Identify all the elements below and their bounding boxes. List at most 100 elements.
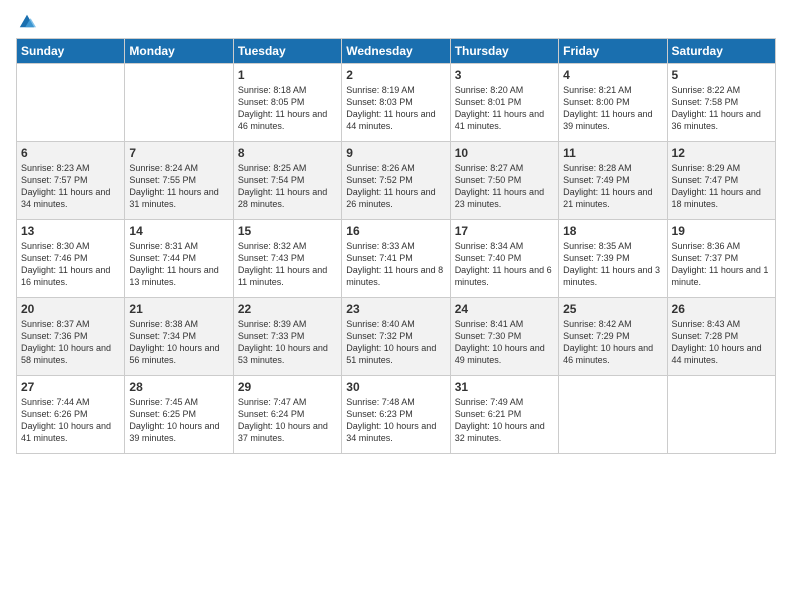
calendar-cell: 4 Sunrise: 8:21 AM Sunset: 8:00 PM Daylig…: [559, 64, 667, 142]
calendar-day-header: Saturday: [667, 39, 775, 64]
calendar-cell: [17, 64, 125, 142]
day-number: 24: [455, 302, 554, 316]
day-info: Sunrise: 7:48 AM Sunset: 6:23 PM Dayligh…: [346, 396, 445, 445]
day-number: 10: [455, 146, 554, 160]
day-info: Sunrise: 8:23 AM Sunset: 7:57 PM Dayligh…: [21, 162, 120, 211]
calendar-day-header: Monday: [125, 39, 233, 64]
day-info: Sunrise: 8:41 AM Sunset: 7:30 PM Dayligh…: [455, 318, 554, 367]
day-info: Sunrise: 8:21 AM Sunset: 8:00 PM Dayligh…: [563, 84, 662, 133]
calendar-cell: 17Sunrise: 8:34 AM Sunset: 7:40 PM Dayli…: [450, 220, 558, 298]
calendar-day-header: Friday: [559, 39, 667, 64]
day-info: Sunrise: 8:29 AM Sunset: 7:47 PM Dayligh…: [672, 162, 771, 211]
day-number: 1: [238, 68, 337, 82]
calendar-cell: [559, 376, 667, 454]
day-info: Sunrise: 8:25 AM Sunset: 7:54 PM Dayligh…: [238, 162, 337, 211]
calendar-cell: 25Sunrise: 8:42 AM Sunset: 7:29 PM Dayli…: [559, 298, 667, 376]
calendar-cell: 3Sunrise: 8:20 AM Sunset: 8:01 PM Daylig…: [450, 64, 558, 142]
calendar-cell: 29 Sunrise: 7:47 AM Sunset: 6:24 PM Dayli…: [233, 376, 341, 454]
day-info: Sunrise: 8:27 AM Sunset: 7:50 PM Dayligh…: [455, 162, 554, 211]
day-info: Sunrise: 8:42 AM Sunset: 7:29 PM Dayligh…: [563, 318, 662, 367]
page: SundayMondayTuesdayWednesdayThursdayFrid…: [0, 0, 792, 612]
day-info: Sunrise: 8:35 AM Sunset: 7:39 PM Dayligh…: [563, 240, 662, 289]
day-number: 13: [21, 224, 120, 238]
day-number: 20: [21, 302, 120, 316]
day-number: 31: [455, 380, 554, 394]
day-number: 9: [346, 146, 445, 160]
day-number: 7: [129, 146, 228, 160]
day-info: Sunrise: 7:49 AM Sunset: 6:21 PM Dayligh…: [455, 396, 554, 445]
calendar-cell: 26 Sunrise: 8:43 AM Sunset: 7:28 PM Dayli…: [667, 298, 775, 376]
day-number: 12: [672, 146, 771, 160]
day-info: Sunrise: 8:40 AM Sunset: 7:32 PM Dayligh…: [346, 318, 445, 367]
day-number: 4: [563, 68, 662, 82]
day-number: 23: [346, 302, 445, 316]
day-number: 29: [238, 380, 337, 394]
day-number: 8: [238, 146, 337, 160]
day-info: Sunrise: 8:36 AM Sunset: 7:37 PM Dayligh…: [672, 240, 771, 289]
day-number: 21: [129, 302, 228, 316]
day-info: Sunrise: 8:34 AM Sunset: 7:40 PM Dayligh…: [455, 240, 554, 289]
day-number: 28: [129, 380, 228, 394]
calendar-cell: 7 Sunrise: 8:24 AM Sunset: 7:55 PM Daylig…: [125, 142, 233, 220]
day-info: Sunrise: 7:44 AM Sunset: 6:26 PM Dayligh…: [21, 396, 120, 445]
day-number: 19: [672, 224, 771, 238]
calendar-cell: 2Sunrise: 8:19 AM Sunset: 8:03 PM Daylig…: [342, 64, 450, 142]
calendar-cell: 6 Sunrise: 8:23 AM Sunset: 7:57 PM Daylig…: [17, 142, 125, 220]
calendar-cell: 30Sunrise: 7:48 AM Sunset: 6:23 PM Dayli…: [342, 376, 450, 454]
day-number: 16: [346, 224, 445, 238]
calendar-cell: 23 Sunrise: 8:40 AM Sunset: 7:32 PM Dayli…: [342, 298, 450, 376]
day-info: Sunrise: 7:45 AM Sunset: 6:25 PM Dayligh…: [129, 396, 228, 445]
logo-icon: [18, 12, 36, 30]
calendar-cell: 5Sunrise: 8:22 AM Sunset: 7:58 PM Daylig…: [667, 64, 775, 142]
calendar-cell: 14 Sunrise: 8:31 AM Sunset: 7:44 PM Dayli…: [125, 220, 233, 298]
day-info: Sunrise: 8:18 AM Sunset: 8:05 PM Dayligh…: [238, 84, 337, 133]
day-number: 15: [238, 224, 337, 238]
calendar-day-header: Tuesday: [233, 39, 341, 64]
calendar-cell: 21 Sunrise: 8:38 AM Sunset: 7:34 PM Dayli…: [125, 298, 233, 376]
calendar-cell: [125, 64, 233, 142]
day-number: 26: [672, 302, 771, 316]
day-number: 27: [21, 380, 120, 394]
day-info: Sunrise: 8:32 AM Sunset: 7:43 PM Dayligh…: [238, 240, 337, 289]
day-info: Sunrise: 7:47 AM Sunset: 6:24 PM Dayligh…: [238, 396, 337, 445]
day-number: 3: [455, 68, 554, 82]
header: [16, 12, 776, 30]
day-number: 11: [563, 146, 662, 160]
calendar-cell: 27 Sunrise: 7:44 AM Sunset: 6:26 PM Dayli…: [17, 376, 125, 454]
day-info: Sunrise: 8:33 AM Sunset: 7:41 PM Dayligh…: [346, 240, 445, 289]
calendar-cell: 12 Sunrise: 8:29 AM Sunset: 7:47 PM Dayli…: [667, 142, 775, 220]
day-info: Sunrise: 8:31 AM Sunset: 7:44 PM Dayligh…: [129, 240, 228, 289]
day-number: 22: [238, 302, 337, 316]
calendar-cell: 15 Sunrise: 8:32 AM Sunset: 7:43 PM Dayli…: [233, 220, 341, 298]
day-number: 5: [672, 68, 771, 82]
calendar-week-row: 6 Sunrise: 8:23 AM Sunset: 7:57 PM Daylig…: [17, 142, 776, 220]
logo: [16, 12, 36, 30]
calendar-cell: [667, 376, 775, 454]
calendar-cell: 24 Sunrise: 8:41 AM Sunset: 7:30 PM Dayli…: [450, 298, 558, 376]
calendar-cell: 19 Sunrise: 8:36 AM Sunset: 7:37 PM Dayli…: [667, 220, 775, 298]
calendar-header-row: SundayMondayTuesdayWednesdayThursdayFrid…: [17, 39, 776, 64]
calendar-cell: 16 Sunrise: 8:33 AM Sunset: 7:41 PM Dayli…: [342, 220, 450, 298]
calendar-cell: 20 Sunrise: 8:37 AM Sunset: 7:36 PM Dayli…: [17, 298, 125, 376]
calendar-week-row: 1 Sunrise: 8:18 AM Sunset: 8:05 PM Daylig…: [17, 64, 776, 142]
day-number: 18: [563, 224, 662, 238]
calendar-week-row: 20 Sunrise: 8:37 AM Sunset: 7:36 PM Dayli…: [17, 298, 776, 376]
calendar-cell: 9 Sunrise: 8:26 AM Sunset: 7:52 PM Daylig…: [342, 142, 450, 220]
day-info: Sunrise: 8:26 AM Sunset: 7:52 PM Dayligh…: [346, 162, 445, 211]
calendar-cell: 10 Sunrise: 8:27 AM Sunset: 7:50 PM Dayli…: [450, 142, 558, 220]
calendar-week-row: 13Sunrise: 8:30 AM Sunset: 7:46 PM Dayli…: [17, 220, 776, 298]
day-info: Sunrise: 8:24 AM Sunset: 7:55 PM Dayligh…: [129, 162, 228, 211]
day-number: 14: [129, 224, 228, 238]
day-info: Sunrise: 8:37 AM Sunset: 7:36 PM Dayligh…: [21, 318, 120, 367]
calendar-cell: 11Sunrise: 8:28 AM Sunset: 7:49 PM Dayli…: [559, 142, 667, 220]
calendar-cell: 31 Sunrise: 7:49 AM Sunset: 6:21 PM Dayli…: [450, 376, 558, 454]
calendar-table: SundayMondayTuesdayWednesdayThursdayFrid…: [16, 38, 776, 454]
calendar-day-header: Thursday: [450, 39, 558, 64]
day-info: Sunrise: 8:43 AM Sunset: 7:28 PM Dayligh…: [672, 318, 771, 367]
day-info: Sunrise: 8:38 AM Sunset: 7:34 PM Dayligh…: [129, 318, 228, 367]
calendar-cell: 28 Sunrise: 7:45 AM Sunset: 6:25 PM Dayli…: [125, 376, 233, 454]
calendar-cell: 8 Sunrise: 8:25 AM Sunset: 7:54 PM Daylig…: [233, 142, 341, 220]
calendar-day-header: Wednesday: [342, 39, 450, 64]
calendar-day-header: Sunday: [17, 39, 125, 64]
day-number: 6: [21, 146, 120, 160]
